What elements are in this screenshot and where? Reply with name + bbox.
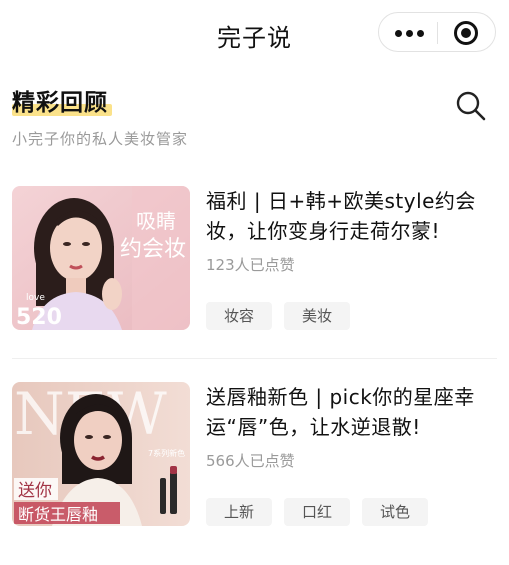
divider bbox=[12, 358, 497, 359]
thumb-series: 7系列新色 bbox=[148, 448, 185, 458]
tag[interactable]: 上新 bbox=[206, 498, 273, 526]
likes-count: 123人已点赞 bbox=[206, 256, 295, 274]
article-thumbnail[interactable]: NEW 7系列新色 送你 断货王唇釉 bbox=[12, 382, 190, 526]
thumb-headline-2: 约会妆 bbox=[120, 237, 186, 262]
section-title: 精彩回顾 bbox=[12, 90, 108, 116]
section-header: 精彩回顾 bbox=[12, 86, 112, 120]
likes-count: 566人已点赞 bbox=[206, 452, 295, 470]
tag[interactable]: 美妆 bbox=[284, 302, 351, 330]
close-target-icon[interactable] bbox=[454, 21, 478, 45]
tag-list: 妆容 美妆 bbox=[206, 302, 362, 330]
article-title[interactable]: 送唇釉新色 | pick你的星座幸运“唇”色，让水逆退散! bbox=[206, 382, 496, 442]
article-card[interactable]: 吸睛 约会妆 love 520 福利 | 日+韩+欧美style约会妆，让你变身… bbox=[0, 186, 509, 346]
section-subtitle: 小完子你的私人美妆管家 bbox=[12, 130, 189, 148]
thumb-badge-num: 520 bbox=[16, 305, 62, 330]
article-thumbnail[interactable]: 吸睛 约会妆 love 520 bbox=[12, 186, 190, 330]
thumb-badge-top: love bbox=[26, 293, 45, 303]
mini-program-capsule bbox=[378, 12, 496, 52]
tag[interactable]: 口红 bbox=[284, 498, 351, 526]
thumb-promo-1: 送你 bbox=[18, 481, 52, 501]
thumb-headline-1: 吸睛 bbox=[136, 209, 176, 233]
article-card[interactable]: NEW 7系列新色 送你 断货王唇釉 送唇釉新色 | pick你的星座幸运“唇”… bbox=[0, 382, 509, 542]
top-bar: 完子说 bbox=[0, 0, 509, 64]
thumb-promo-2: 断货王唇釉 bbox=[18, 505, 98, 524]
tag[interactable]: 妆容 bbox=[206, 302, 273, 330]
tag-list: 上新 口红 试色 bbox=[206, 498, 440, 526]
article-title[interactable]: 福利 | 日+韩+欧美style约会妆，让你变身行走荷尔蒙! bbox=[206, 186, 496, 246]
more-icon[interactable] bbox=[395, 27, 425, 39]
capsule-divider bbox=[437, 22, 438, 44]
tag[interactable]: 试色 bbox=[362, 498, 429, 526]
search-icon[interactable] bbox=[455, 90, 487, 122]
